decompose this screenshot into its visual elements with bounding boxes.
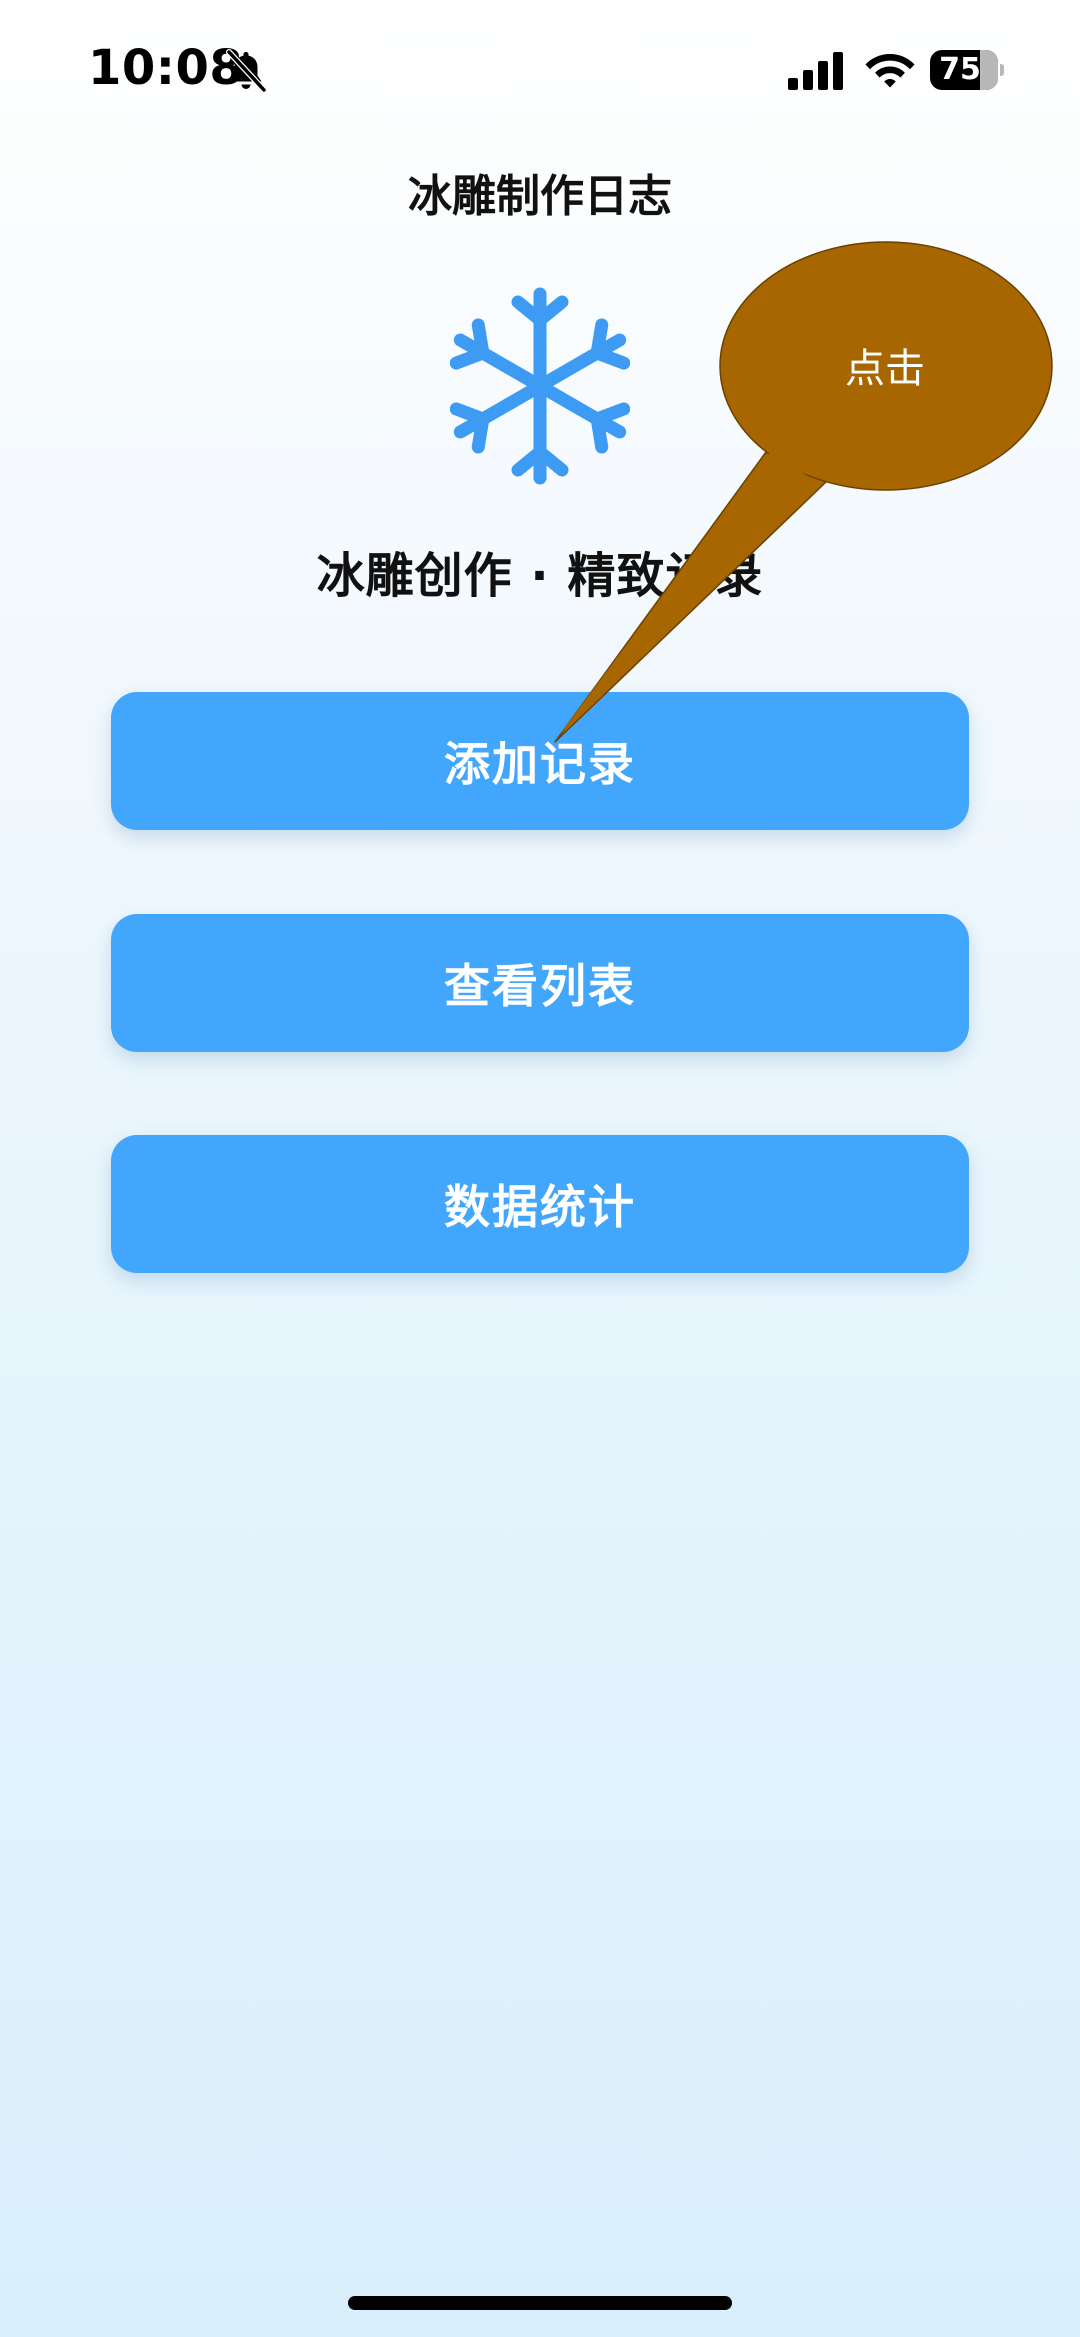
view-list-button[interactable]: 查看列表 xyxy=(111,914,969,1052)
add-record-label: 添加记录 xyxy=(444,737,636,791)
statistics-label: 数据统计 xyxy=(444,1180,636,1234)
status-time: 10:08 xyxy=(88,40,244,96)
view-list-label: 查看列表 xyxy=(444,959,636,1013)
callout-label: 点击 xyxy=(845,346,925,392)
battery-icon: 75 xyxy=(930,50,1004,92)
signal-icon xyxy=(788,52,843,90)
statistics-button[interactable]: 数据统计 xyxy=(111,1135,969,1273)
status-bar: 10:08 75 xyxy=(0,0,1080,140)
snowflake-icon xyxy=(450,287,630,485)
page-title: 冰雕制作日志 xyxy=(408,171,672,222)
add-record-button[interactable]: 添加记录 xyxy=(111,692,969,830)
subtitle: 冰雕创作 · 精致记录 xyxy=(316,548,764,604)
battery-level: 75 xyxy=(939,52,981,87)
home-indicator[interactable] xyxy=(348,2296,732,2310)
wifi-icon xyxy=(865,54,915,88)
bell-slash-icon xyxy=(226,49,267,93)
